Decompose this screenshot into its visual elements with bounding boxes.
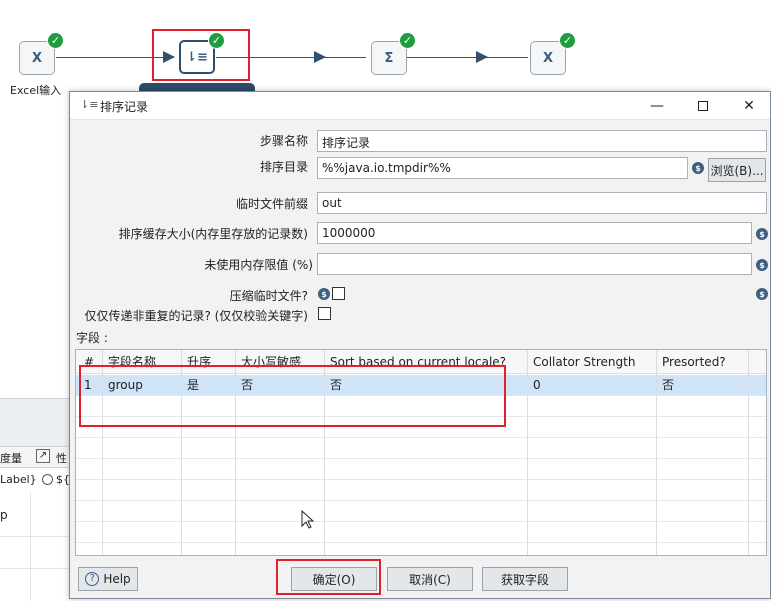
radio-button[interactable] (42, 474, 53, 485)
sort-buffer-size-field[interactable]: 1000000 (317, 222, 752, 244)
hop-line (216, 57, 366, 58)
column-header-index[interactable]: # (79, 351, 103, 373)
column-header-presorted[interactable]: Presorted? (657, 351, 748, 373)
sort-directory-label: 排序目录 (259, 160, 308, 174)
free-memory-field[interactable] (317, 253, 752, 275)
success-check-icon: ✓ (399, 32, 416, 49)
chart-icon[interactable]: ↗ (36, 449, 50, 463)
tab-metrics[interactable]: 度量 (0, 450, 22, 466)
bottom-panel-options: Label} ${ (0, 468, 70, 492)
free-memory-label: 未使用内存限值 (%) (204, 258, 313, 272)
unique-rows-checkbox[interactable] (318, 307, 331, 320)
help-label: Help (103, 572, 131, 586)
minimize-button[interactable]: — (634, 92, 680, 120)
variable-icon[interactable]: $ (756, 288, 768, 300)
dialog-titlebar[interactable]: ⇂≡ 排序记录 — ✕ (70, 92, 770, 120)
compress-checkbox[interactable] (332, 287, 345, 300)
unique-rows-label: 仅仅传递非重复的记录? (仅仅校验关键字) (84, 309, 308, 323)
help-icon: ? (85, 572, 100, 586)
sort-buffer-size-label: 排序缓存大小(内存里存放的记录数) (118, 227, 308, 241)
column-header-field-name[interactable]: 字段名称 (103, 351, 181, 373)
close-button[interactable]: ✕ (726, 92, 771, 120)
dialog-title: 排序记录 (100, 100, 149, 114)
mouse-cursor-icon (301, 510, 315, 529)
variable-icon[interactable]: $ (692, 162, 704, 174)
browse-button[interactable]: 浏览(B)... (708, 158, 766, 182)
column-header-case-sensitive[interactable]: 大小写敏感 (236, 351, 324, 373)
hop-line (56, 57, 174, 58)
variable-icon[interactable]: $ (756, 259, 768, 271)
table-cell[interactable]: 否 (236, 374, 324, 396)
step-selection-bar (139, 83, 255, 91)
column-header-locale[interactable]: Sort based on current locale? (325, 351, 527, 373)
table-cell[interactable]: 否 (657, 374, 748, 396)
step-name-label: 步骤名称 (259, 134, 308, 148)
table-cell[interactable]: group (103, 374, 181, 396)
tab-performance[interactable]: 性 (56, 450, 67, 466)
column-header-collator[interactable]: Collator Strength (528, 351, 656, 373)
success-check-icon: ✓ (559, 32, 576, 49)
column-header-ascending[interactable]: 升序 (182, 351, 235, 373)
compress-label: 压缩临时文件? (229, 289, 308, 303)
step-name-field[interactable]: 排序记录 (317, 130, 767, 152)
option-label: ${ (56, 473, 70, 486)
sort-directory-field[interactable]: %%java.io.tmpdir%% (317, 157, 688, 179)
option-label: Label} (0, 473, 37, 486)
bottom-panel-header (0, 398, 70, 446)
step-label: Excel输入 (10, 84, 62, 97)
sort-icon: ⇂≡ (186, 49, 208, 65)
fields-section-label: 字段 : (76, 331, 108, 345)
temp-prefix-field[interactable]: out (317, 192, 767, 214)
maximize-button[interactable] (680, 92, 726, 120)
get-fields-button[interactable]: 获取字段 (482, 567, 568, 591)
bottom-panel-grid: p (0, 492, 70, 601)
table-cell[interactable]: 否 (325, 374, 527, 396)
variable-icon[interactable]: $ (756, 228, 768, 240)
table-cell[interactable]: 1 (79, 374, 103, 396)
excel-icon: X (542, 50, 554, 66)
bottom-panel-tabs: 度量 ↗ 性 (0, 446, 70, 468)
table-cell[interactable]: 是 (182, 374, 235, 396)
success-check-icon: ✓ (47, 32, 64, 49)
fields-table[interactable]: # 字段名称 升序 大小写敏感 Sort based on current lo… (75, 349, 767, 556)
sort-icon: ⇂≡ (80, 98, 99, 111)
cancel-button[interactable]: 取消(C) (387, 567, 473, 591)
success-check-icon: ✓ (208, 32, 225, 49)
grid-cell: p (0, 508, 8, 522)
variable-icon[interactable]: $ (318, 288, 330, 300)
table-cell[interactable]: 0 (528, 374, 656, 396)
hop-line (406, 57, 528, 58)
hop-arrow (476, 51, 488, 63)
hop-arrow (163, 51, 175, 63)
ok-button[interactable]: 确定(O) (291, 567, 377, 591)
help-button[interactable]: ? Help (78, 567, 138, 591)
sort-rows-dialog: ⇂≡ 排序记录 — ✕ 步骤名称 排序记录 排序目录 %%java.io.tmp… (69, 91, 771, 599)
temp-prefix-label: 临时文件前缀 (235, 197, 308, 211)
hop-arrow (314, 51, 326, 63)
